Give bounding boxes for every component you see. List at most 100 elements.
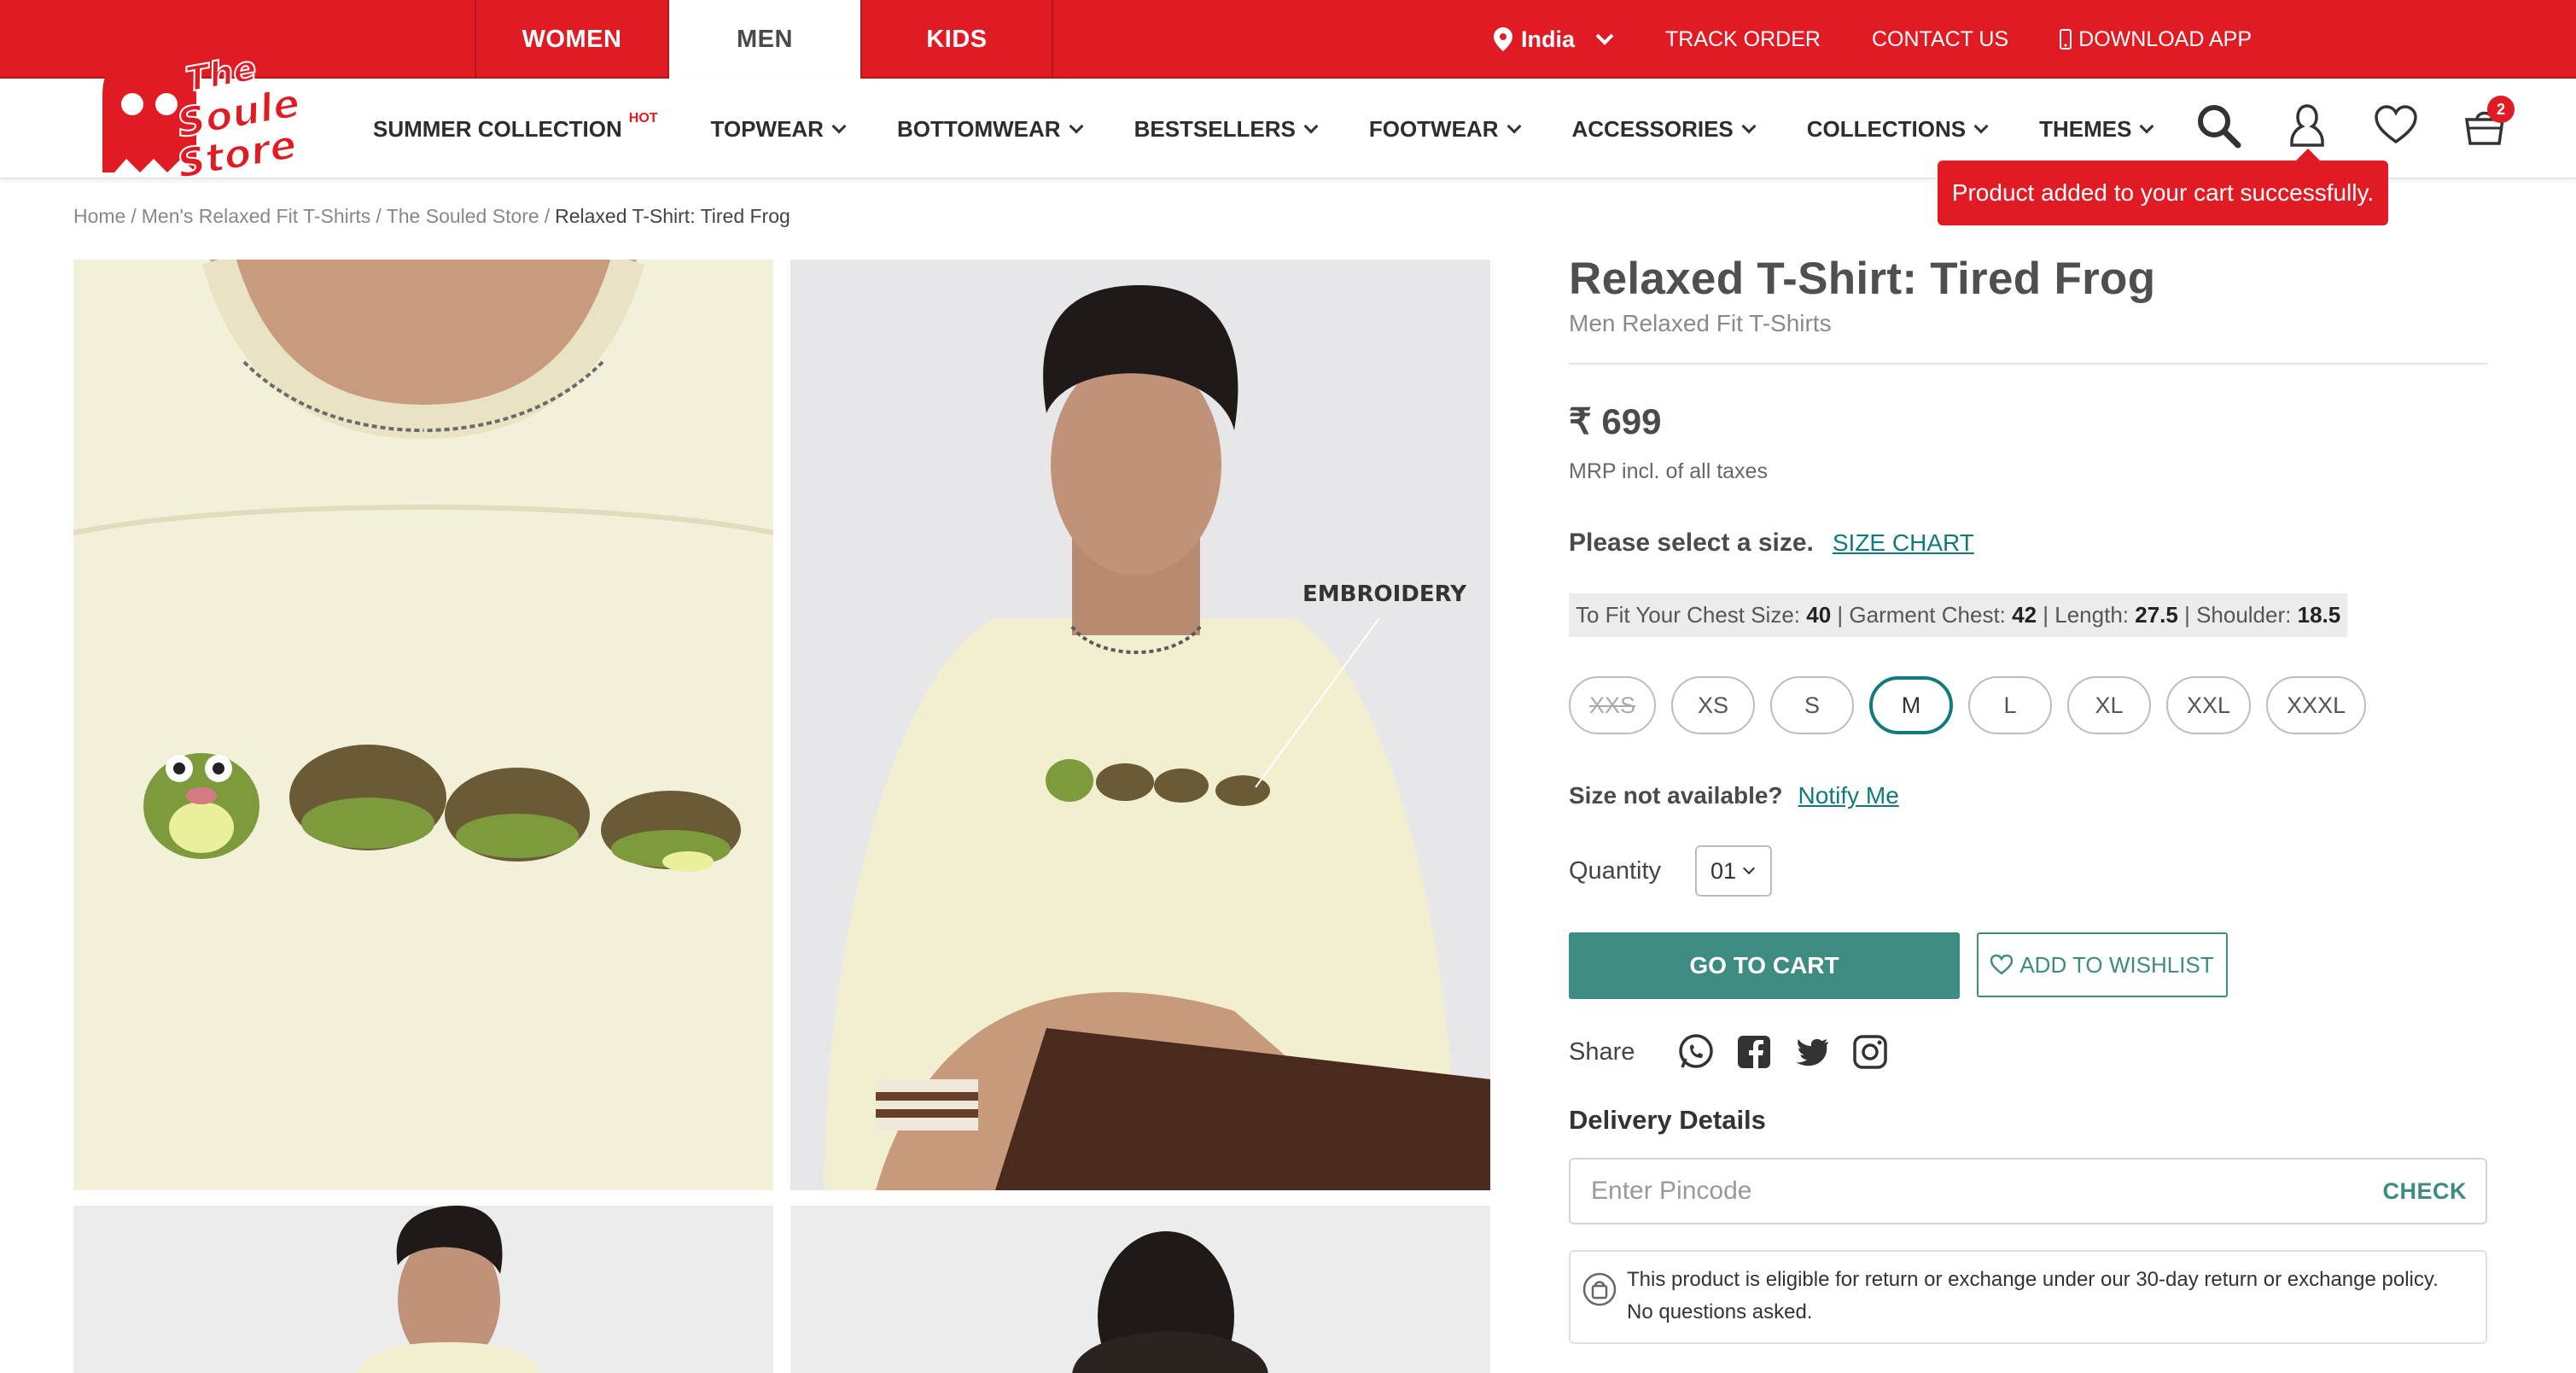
country-selector[interactable]: India [1493, 26, 1614, 53]
quantity-label: Quantity [1569, 856, 1661, 885]
size-option-l[interactable]: L [1968, 676, 2053, 734]
user-account-icon[interactable] [2284, 102, 2330, 149]
product-price: ₹ 699 [1569, 401, 1662, 441]
chevron-down-icon [1741, 119, 1757, 134]
whatsapp-icon[interactable] [1677, 1033, 1715, 1071]
product-subtitle: Men Relaxed Fit T-Shirts [1569, 310, 1832, 336]
heart-icon [1990, 955, 2014, 975]
category-nav: SUMMER COLLECTION HOT TOPWEAR BOTTOMWEAR… [373, 79, 2165, 179]
hot-badge: HOT [628, 111, 658, 126]
pincode-input[interactable] [1591, 1177, 2274, 1206]
mobile-phone-icon [2060, 29, 2072, 50]
top-links: India TRACK ORDER CONTACT US DOWNLOAD AP… [1493, 0, 2252, 79]
delivery-details-heading: Delivery Details [1569, 1105, 1766, 1135]
nav-summer-collection[interactable]: SUMMER COLLECTION HOT [373, 111, 658, 143]
cart-count-badge: 2 [2487, 96, 2515, 123]
chest-label: To Fit Your Chest Size: [1576, 602, 1801, 628]
nav-accessories[interactable]: ACCESSORIES [1572, 116, 1757, 143]
length-value: 27.5 [2135, 602, 2178, 628]
instagram-icon[interactable] [1851, 1033, 1889, 1071]
divider [1569, 363, 2487, 365]
notify-me-link[interactable]: Notify Me [1798, 782, 1899, 809]
location-pin-icon [1493, 27, 1512, 51]
breadcrumb-separator: / [544, 205, 551, 227]
size-option-xl[interactable]: XL [2067, 676, 2152, 734]
policy-line-1: This product is eligible for return or e… [1627, 1268, 2439, 1291]
search-icon[interactable] [2195, 102, 2241, 149]
shoulder-value: 18.5 [2297, 602, 2341, 628]
nav-collections[interactable]: COLLECTIONS [1806, 115, 1989, 143]
add-to-wishlist-label: ADD TO WISHLIST [2019, 951, 2214, 978]
store-logo[interactable]: The Souled Store [85, 44, 333, 188]
tax-note: MRP incl. of all taxes [1569, 459, 1768, 483]
size-option-xs[interactable]: XS [1671, 676, 1756, 734]
breadcrumb-separator: / [131, 205, 137, 227]
nav-bestsellers-label: BESTSELLERS [1134, 115, 1296, 142]
size-option-xxxl[interactable]: XXXL [2266, 676, 2367, 734]
nav-bottomwear[interactable]: BOTTOMWEAR [897, 116, 1084, 143]
cart-bag-icon[interactable]: 2 [2462, 96, 2515, 149]
breadcrumb-category[interactable]: Men's Relaxed Fit T-Shirts [142, 205, 371, 227]
product-image-model[interactable]: EMBROIDERY [790, 260, 1490, 1190]
nav-bestsellers[interactable]: BESTSELLERS [1134, 115, 1319, 143]
garment-chest-value: 42 [2012, 602, 2037, 628]
product-info-panel: Relaxed T-Shirt: Tired Frog Men Relaxed … [1569, 253, 2487, 1344]
breadcrumb-current: Relaxed T-Shirt: Tired Frog [555, 205, 790, 227]
garment-chest-label: Garment Chest: [1849, 602, 2006, 628]
size-option-s[interactable]: S [1770, 676, 1855, 734]
size-option-xxl[interactable]: XXL [2166, 676, 2252, 734]
tab-women[interactable]: WOMEN [475, 0, 667, 79]
share-label: Share [1569, 1037, 1635, 1066]
check-pincode-button[interactable]: CHECK [2382, 1178, 2467, 1205]
policy-text: This product is eligible for return or e… [1627, 1264, 2439, 1330]
breadcrumb-home[interactable]: Home [73, 205, 125, 227]
size-options: XXS XS S M L XL XXL XXXL [1569, 676, 2487, 734]
fit-measurements: To Fit Your Chest Size: 40 | Garment Che… [1569, 593, 2348, 637]
wishlist-heart-icon[interactable] [2373, 102, 2419, 149]
breadcrumb-separator: / [376, 205, 382, 227]
pincode-box: CHECK [1569, 1158, 2487, 1224]
notify-row: Size not available? Notify Me [1569, 782, 2487, 809]
top-bar: WOMEN MEN KIDS India TRACK ORDER CONTACT… [0, 0, 2576, 79]
country-label: India [1520, 26, 1575, 52]
product-image-back[interactable] [790, 1206, 1490, 1373]
quantity-select[interactable]: 01 [1695, 845, 1772, 897]
contact-us-link[interactable]: CONTACT US [1872, 27, 2008, 52]
nav-footwear-label: FOOTWEAR [1368, 115, 1499, 142]
nav-themes[interactable]: THEMES [2039, 115, 2154, 143]
size-option-m[interactable]: M [1869, 676, 1954, 734]
breadcrumb: Home / Men's Relaxed Fit T-Shirts / The Soul… [73, 205, 790, 228]
add-to-wishlist-button[interactable]: ADD TO WISHLIST [1977, 932, 2228, 997]
chevron-down-icon [1595, 33, 1614, 45]
download-app-link[interactable]: DOWNLOAD APP [2060, 27, 2252, 52]
length-label: Length: [2054, 602, 2130, 628]
chevron-down-icon [1973, 119, 1989, 134]
nav-themes-label: THEMES [2039, 115, 2132, 142]
nav-collections-label: COLLECTIONS [1806, 115, 1967, 142]
size-prompt: Please select a size. [1569, 529, 1814, 557]
gender-tabs: WOMEN MEN KIDS [475, 0, 1053, 79]
nav-footwear[interactable]: FOOTWEAR [1368, 115, 1521, 143]
nav-topwear[interactable]: TOPWEAR [710, 115, 847, 143]
product-image-closeup[interactable] [73, 260, 773, 1190]
tab-men[interactable]: MEN [667, 0, 860, 79]
download-app-label: DOWNLOAD APP [2078, 26, 2252, 51]
chest-value: 40 [1806, 602, 1832, 628]
quantity-value: 01 [1711, 857, 1737, 884]
nav-topwear-label: TOPWEAR [710, 115, 824, 142]
chevron-down-icon [1303, 119, 1319, 134]
chevron-down-icon [1507, 119, 1521, 134]
twitter-icon[interactable] [1793, 1033, 1831, 1071]
breadcrumb-brand[interactable]: The Souled Store [387, 205, 539, 227]
size-unavailable-prompt: Size not available? [1569, 782, 1783, 809]
track-order-link[interactable]: TRACK ORDER [1665, 27, 1821, 52]
size-option-xxs[interactable]: XXS [1569, 676, 1657, 734]
chevron-down-icon [1742, 862, 1756, 875]
tab-kids[interactable]: KIDS [860, 0, 1053, 79]
facebook-icon[interactable] [1735, 1033, 1773, 1071]
size-chart-link[interactable]: SIZE CHART [1833, 529, 1974, 557]
product-image-front[interactable] [73, 1206, 773, 1373]
go-to-cart-button[interactable]: GO TO CART [1569, 932, 1960, 999]
return-policy-note: This product is eligible for return or e… [1569, 1250, 2487, 1344]
embroidery-callout: EMBROIDERY [1303, 581, 1467, 607]
